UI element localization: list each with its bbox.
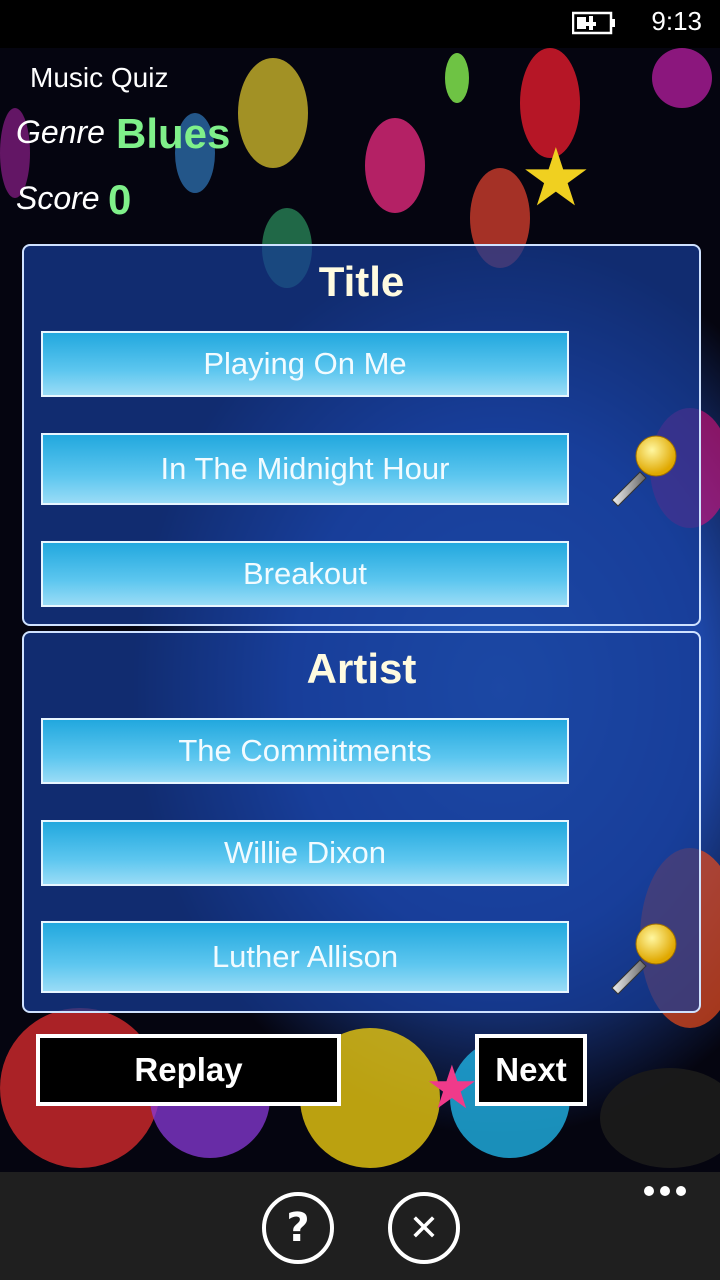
next-button[interactable]: Next bbox=[475, 1034, 587, 1106]
score-value: 0 bbox=[108, 176, 132, 223]
app-bar: ? ✕ bbox=[0, 1172, 720, 1280]
replay-button[interactable]: Replay bbox=[36, 1034, 341, 1106]
title-panel-heading: Title bbox=[318, 258, 405, 305]
microphone-icon bbox=[611, 923, 677, 995]
help-button[interactable]: ? bbox=[262, 1192, 334, 1264]
close-icon: ✕ bbox=[408, 1207, 440, 1249]
title-option-2[interactable]: In The Midnight Hour bbox=[41, 433, 569, 505]
genre-label: Genre bbox=[16, 114, 105, 150]
microphone-icon bbox=[611, 435, 677, 507]
score-label: Score bbox=[16, 180, 100, 216]
help-icon: ? bbox=[286, 1205, 310, 1251]
artist-option-1[interactable]: The Commitments bbox=[41, 718, 569, 784]
artist-panel-heading: Artist bbox=[306, 645, 417, 692]
app-title: Music Quiz bbox=[30, 62, 169, 93]
artist-panel: Artist The Commitments Willie Dixon Luth… bbox=[22, 631, 701, 1013]
artist-option-2[interactable]: Willie Dixon bbox=[41, 820, 569, 886]
battery-charging-icon bbox=[572, 11, 615, 35]
clock: 9:13 bbox=[651, 6, 702, 36]
status-bar: 9:13 bbox=[0, 0, 720, 48]
title-panel: Title Playing On Me In The Midnight Hour… bbox=[22, 244, 701, 626]
genre-value: Blues bbox=[116, 110, 231, 157]
more-icon[interactable] bbox=[644, 1186, 686, 1198]
title-option-1[interactable]: Playing On Me bbox=[41, 331, 569, 397]
title-option-3[interactable]: Breakout bbox=[41, 541, 569, 607]
artist-option-3[interactable]: Luther Allison bbox=[41, 921, 569, 993]
close-button[interactable]: ✕ bbox=[388, 1192, 460, 1264]
